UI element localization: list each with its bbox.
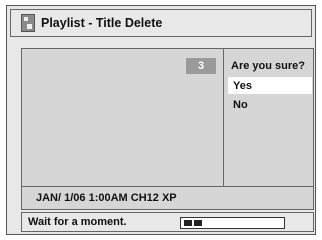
title-bar: Playlist - Title Delete [10, 9, 312, 37]
progress-segment [184, 220, 192, 226]
main-panel: 3 Are you sure? Yes No JAN/ 1/06 1:00AM … [21, 48, 314, 210]
page-title: Playlist - Title Delete [41, 16, 163, 30]
title-info: JAN/ 1/06 1:00AM CH12 XP [22, 186, 313, 209]
status-message: Wait for a moment. [28, 216, 127, 228]
title-number-badge: 3 [186, 58, 216, 74]
progress-segment [194, 220, 202, 226]
confirm-question: Are you sure? [231, 60, 305, 72]
title-preview: 3 [22, 49, 224, 186]
confirm-panel: Are you sure? Yes No [225, 49, 313, 186]
no-option[interactable]: No [228, 96, 312, 113]
progress-bar [180, 217, 285, 229]
progress-fill [184, 220, 202, 226]
playlist-icon [21, 14, 35, 32]
yes-option[interactable]: Yes [228, 77, 312, 94]
